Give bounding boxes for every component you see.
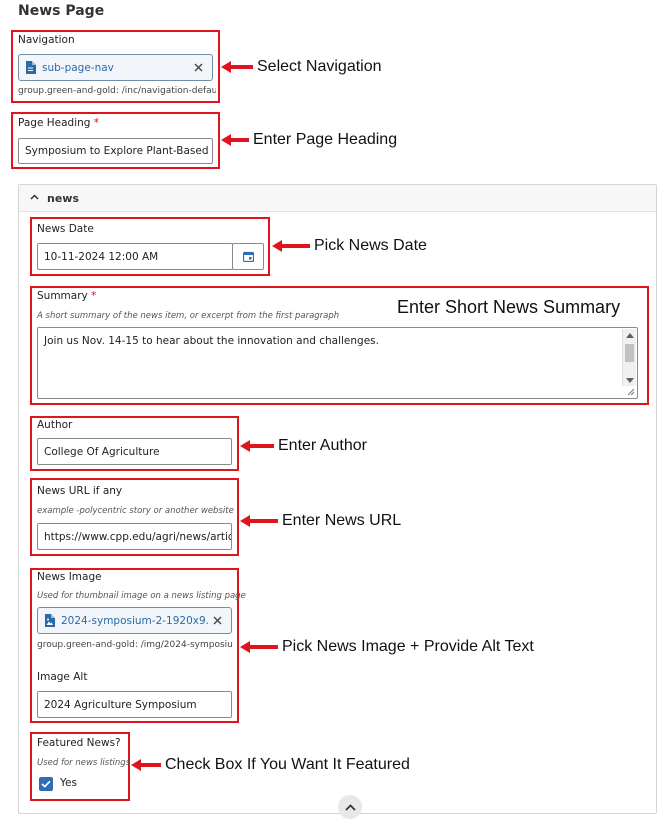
calendar-icon <box>242 251 254 262</box>
featured-checkbox[interactable] <box>39 777 53 791</box>
arrow-left-icon <box>240 641 278 653</box>
arrow-left-icon <box>131 759 161 771</box>
news-image-help: Used for thumbnail image on a news listi… <box>37 591 246 601</box>
featured-help: Used for news listings <box>37 758 131 768</box>
news-date-input[interactable]: 10-11-2024 12:00 AM <box>37 243 233 270</box>
required-mark: * <box>91 290 97 302</box>
summary-help: A short summary of the news item, or exc… <box>37 311 340 321</box>
summary-label: Summary * <box>37 290 97 302</box>
author-label: Author <box>37 419 73 431</box>
summary-textarea[interactable]: Join us Nov. 14-15 to hear about the inn… <box>37 327 638 399</box>
chevron-up-icon <box>30 194 39 200</box>
news-section-header[interactable]: news <box>19 185 656 212</box>
image-alt-label: Image Alt <box>37 671 88 683</box>
arrow-left-icon <box>240 440 274 452</box>
image-file-icon <box>44 614 55 627</box>
news-section-title: news <box>47 192 80 205</box>
annotation-enter-summary: Enter Short News Summary <box>397 297 621 317</box>
navigation-path: group.green-and-gold: /inc/navigation-de… <box>18 86 216 96</box>
file-icon <box>25 61 36 74</box>
news-image-chip[interactable]: 2024-symposium-2-1920x9... <box>37 607 232 634</box>
navigation-label: Navigation <box>18 34 75 46</box>
navigation-chip[interactable]: sub-page-nav <box>18 54 213 81</box>
annotation-check-featured: Check Box If You Want It Featured <box>131 756 410 774</box>
annotation-pick-news-date: Pick News Date <box>272 237 427 255</box>
news-image-path: group.green-and-gold: /img/2024-symposiu… <box>37 640 233 650</box>
news-date-label: News Date <box>37 223 94 235</box>
news-url-input[interactable]: https://www.cpp.edu/agri/news/articl <box>37 523 232 550</box>
arrow-left-icon <box>221 134 249 146</box>
close-icon[interactable] <box>190 60 206 76</box>
annotation-pick-news-image: Pick News Image + Provide Alt Text <box>240 638 534 656</box>
checkmark-icon <box>41 780 51 788</box>
image-alt-input[interactable]: 2024 Agriculture Symposium <box>37 691 232 718</box>
chevron-up-icon <box>344 803 356 811</box>
annotation-select-navigation: Select Navigation <box>221 58 382 76</box>
news-url-help: example -polycentric story or another we… <box>37 506 234 516</box>
arrow-left-icon <box>221 61 253 73</box>
navigation-value: sub-page-nav <box>42 61 114 74</box>
collapse-button[interactable] <box>338 795 362 819</box>
arrow-left-icon <box>272 240 310 252</box>
news-image-label: News Image <box>37 571 102 583</box>
page-title: News Page <box>18 3 105 19</box>
news-image-value: 2024-symposium-2-1920x9... <box>61 614 209 627</box>
featured-option-label[interactable]: Yes <box>60 777 77 789</box>
annotation-enter-page-heading: Enter Page Heading <box>221 131 397 149</box>
calendar-button[interactable] <box>232 243 264 270</box>
summary-text: Join us Nov. 14-15 to hear about the inn… <box>44 335 379 347</box>
author-input[interactable]: College Of Agriculture <box>37 438 232 465</box>
news-url-label: News URL if any <box>37 485 123 497</box>
summary-scrollbar[interactable] <box>622 329 636 386</box>
resize-handle-icon[interactable] <box>626 387 635 396</box>
page-heading-label: Page Heading * <box>18 117 100 129</box>
annotation-enter-author: Enter Author <box>240 437 367 455</box>
required-mark: * <box>93 117 100 129</box>
page-heading-input[interactable]: Symposium to Explore Plant-Based Fo <box>18 138 213 164</box>
annotation-enter-news-url: Enter News URL <box>240 512 401 530</box>
close-icon[interactable] <box>209 613 225 629</box>
arrow-left-icon <box>240 515 278 527</box>
featured-label: Featured News? <box>37 737 121 749</box>
